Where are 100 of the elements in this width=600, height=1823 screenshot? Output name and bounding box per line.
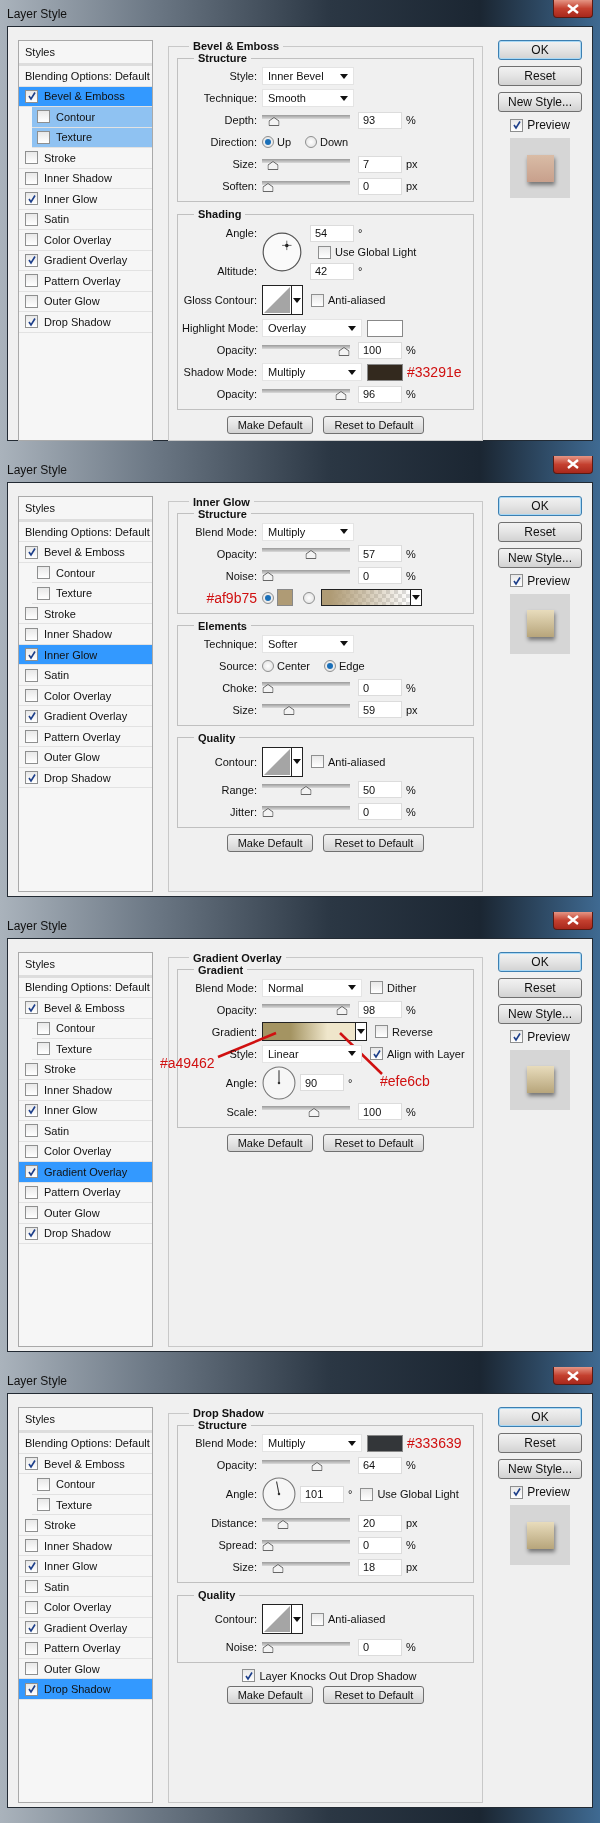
radio-label[interactable]: Edge [339, 659, 365, 672]
panel-button[interactable]: Make Default [226, 1133, 314, 1152]
checkbox[interactable] [25, 1226, 38, 1240]
style-item[interactable]: Gradient Overlay [19, 706, 152, 727]
slider-thumb[interactable] [335, 390, 347, 400]
dropdown[interactable]: Smooth [262, 89, 354, 107]
style-item[interactable]: Contour [32, 1474, 152, 1495]
dialog-button[interactable]: Reset [498, 521, 582, 542]
style-item[interactable]: Gradient Overlay [19, 250, 152, 271]
style-item[interactable]: Contour [32, 107, 152, 128]
value-field[interactable]: 50 [358, 781, 402, 799]
value-field[interactable]: 0 [358, 567, 402, 585]
radio-label[interactable]: Up [277, 136, 292, 148]
style-item[interactable]: Blending Options: Default [19, 521, 152, 543]
checkbox-label[interactable]: Preview [527, 118, 570, 132]
checkbox[interactable] [25, 1518, 38, 1532]
dialog-button[interactable]: Reset [498, 1433, 582, 1454]
style-item[interactable]: Contour [32, 1018, 152, 1039]
value-field[interactable]: 98 [358, 1001, 402, 1018]
checkbox-label[interactable]: Anti-aliased [328, 755, 386, 768]
panel-button[interactable]: Make Default [226, 416, 314, 434]
checkbox-label[interactable]: Anti-aliased [328, 294, 386, 306]
dialog-button[interactable]: Reset [498, 66, 582, 86]
checkbox[interactable] [25, 1001, 38, 1015]
style-item[interactable]: Bevel & Emboss [19, 1453, 152, 1475]
checkbox[interactable] [25, 1185, 38, 1199]
value-field[interactable]: 0 [358, 803, 402, 821]
style-item[interactable]: Contour [32, 562, 152, 584]
slider-thumb[interactable] [262, 572, 274, 582]
style-item[interactable]: Inner Shadow [19, 1535, 152, 1557]
checkbox[interactable] [25, 771, 38, 784]
value-field[interactable]: 0 [358, 177, 402, 195]
value-field[interactable]: 96 [358, 385, 402, 403]
style-item[interactable]: Texture [32, 583, 152, 604]
style-item[interactable]: Color Overlay [19, 230, 152, 251]
radio-button[interactable] [303, 591, 315, 604]
dialog-button[interactable]: New Style... [498, 92, 582, 112]
value-field[interactable]: 18 [358, 1558, 402, 1576]
checkbox[interactable] [311, 1612, 324, 1626]
value-field[interactable]: 100 [358, 341, 402, 359]
checkbox[interactable] [25, 171, 38, 185]
panel-button[interactable]: Reset to Default [323, 1133, 425, 1152]
checkbox-label[interactable]: Reverse [392, 1025, 433, 1038]
checkbox[interactable] [25, 1206, 38, 1220]
color-swatch[interactable] [277, 589, 293, 607]
angle-dial[interactable] [262, 1065, 296, 1100]
style-item[interactable]: Bevel & Emboss [19, 998, 152, 1019]
checkbox[interactable] [37, 586, 50, 600]
style-item[interactable]: Outer Glow [19, 291, 152, 312]
checkbox[interactable] [510, 574, 524, 588]
angle-dial[interactable] [262, 1477, 296, 1512]
checkbox[interactable] [25, 1600, 38, 1614]
style-item[interactable]: Stroke [19, 1515, 152, 1536]
checkbox[interactable] [25, 1662, 38, 1675]
slider-thumb[interactable] [336, 1006, 348, 1015]
style-item[interactable]: Texture [32, 127, 152, 148]
style-item[interactable]: Blending Options: Default [19, 1433, 152, 1454]
style-item[interactable]: Drop Shadow [19, 767, 152, 789]
value-field[interactable]: 101 [300, 1485, 344, 1503]
contour-picker[interactable] [262, 285, 303, 315]
checkbox[interactable] [25, 1580, 38, 1593]
style-item[interactable]: Bevel & Emboss [19, 542, 152, 563]
style-item[interactable]: Blending Options: Default [19, 66, 152, 87]
checkbox-label[interactable]: Preview [527, 1029, 570, 1044]
panel-button[interactable]: Reset to Default [323, 416, 425, 434]
checkbox[interactable] [25, 668, 38, 682]
dialog-button[interactable]: New Style... [498, 1459, 582, 1480]
checkbox[interactable] [25, 709, 38, 723]
value-field[interactable]: 7 [358, 155, 402, 173]
checkbox[interactable] [25, 750, 38, 764]
style-item[interactable]: Gradient Overlay [19, 1162, 152, 1183]
checkbox[interactable] [25, 1103, 38, 1117]
slider-thumb[interactable] [283, 706, 295, 716]
checkbox[interactable] [25, 294, 38, 308]
checkbox[interactable] [25, 648, 38, 661]
checkbox[interactable] [37, 566, 50, 579]
dropdown[interactable]: Multiply [262, 1434, 362, 1453]
checkbox[interactable] [25, 627, 38, 641]
checkbox[interactable] [25, 1124, 38, 1138]
radio-label[interactable]: Center [277, 659, 311, 672]
slider-thumb[interactable] [268, 116, 280, 126]
checkbox[interactable] [25, 315, 38, 329]
style-item[interactable]: Texture [32, 1494, 152, 1516]
close-button[interactable] [553, 1367, 593, 1386]
style-item[interactable]: Inner Glow [19, 189, 152, 210]
value-field[interactable]: 0 [358, 1638, 402, 1656]
angle-dial[interactable] [262, 232, 302, 272]
slider-thumb[interactable] [300, 786, 312, 796]
contour-picker[interactable] [262, 1604, 303, 1635]
style-item[interactable]: Blending Options: Default [19, 977, 152, 998]
slider-thumb[interactable] [338, 346, 350, 356]
checkbox[interactable] [37, 1042, 50, 1056]
panel-button[interactable]: Make Default [226, 1686, 314, 1705]
slider-thumb[interactable] [262, 1541, 274, 1551]
style-item[interactable]: Satin [19, 1121, 152, 1142]
dropdown[interactable]: Overlay [262, 319, 362, 337]
value-field[interactable]: 57 [358, 545, 402, 563]
style-item[interactable]: Satin [19, 1576, 152, 1598]
dialog-button[interactable]: Reset [498, 977, 582, 998]
checkbox[interactable] [25, 89, 38, 103]
